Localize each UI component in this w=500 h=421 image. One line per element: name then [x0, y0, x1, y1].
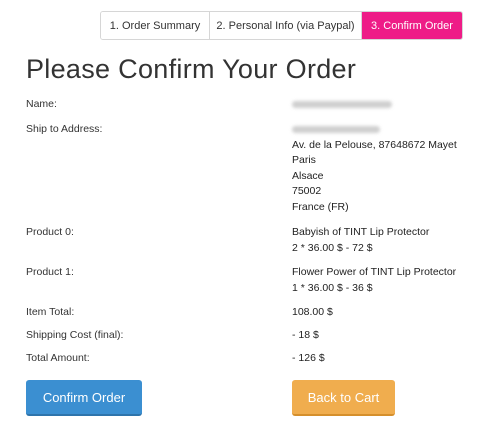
- name-value-redacted: [292, 97, 392, 113]
- total-label: Total Amount:: [26, 352, 90, 364]
- checkout-steps: 1. Order Summary 2. Personal Info (via P…: [100, 11, 463, 40]
- product-label: Product 0:: [26, 226, 74, 238]
- ship-address-value: Av. de la Pelouse, 87648672 Mayet Paris …: [292, 122, 457, 215]
- address-line: Alsace: [292, 169, 324, 182]
- page-title: Please Confirm Your Order: [26, 54, 357, 84]
- name-label: Name:: [26, 98, 57, 110]
- item-total-label: Item Total:: [26, 306, 75, 318]
- redacted-recipient-line: [292, 122, 457, 138]
- item-total-value: 108.00 $: [292, 306, 333, 318]
- product-value: Flower Power of TINT Lip Protector 1 * 3…: [292, 265, 456, 296]
- confirm-order-page: 1. Order Summary 2. Personal Info (via P…: [0, 0, 500, 421]
- shipping-label: Shipping Cost (final):: [26, 329, 124, 341]
- ship-address-label: Ship to Address:: [26, 123, 103, 135]
- total-value: - 126 $: [292, 352, 325, 364]
- step-label: 2. Personal Info (via Paypal): [216, 19, 355, 32]
- product-price: 1 * 36.00 $ - 36 $: [292, 281, 373, 294]
- product-price: 2 * 36.00 $ - 72 $: [292, 241, 373, 254]
- back-to-cart-button[interactable]: Back to Cart: [292, 380, 395, 416]
- product-value: Babyish of TINT Lip Protector 2 * 36.00 …: [292, 225, 429, 256]
- redacted-name: [292, 100, 392, 108]
- product-name: Flower Power of TINT Lip Protector: [292, 266, 457, 278]
- address-line: Paris: [292, 154, 316, 166]
- address-line: France (FR): [292, 200, 349, 213]
- step-label: 1. Order Summary: [109, 19, 201, 32]
- redacted-recipient: [292, 125, 380, 133]
- step-label: 3. Confirm Order: [371, 19, 453, 32]
- step-personal-info[interactable]: 2. Personal Info (via Paypal): [210, 12, 362, 39]
- address-line: Av. de la Pelouse, 87648672 Mayet: [292, 138, 457, 151]
- confirm-order-button[interactable]: Confirm Order: [26, 380, 142, 416]
- product-label: Product 1:: [26, 266, 74, 278]
- address-line: 75002: [292, 185, 322, 197]
- shipping-value: - 18 $: [292, 329, 319, 341]
- product-name: Babyish of TINT Lip Protector: [292, 226, 430, 238]
- step-order-summary[interactable]: 1. Order Summary: [101, 12, 210, 39]
- step-confirm-order[interactable]: 3. Confirm Order: [362, 12, 462, 39]
